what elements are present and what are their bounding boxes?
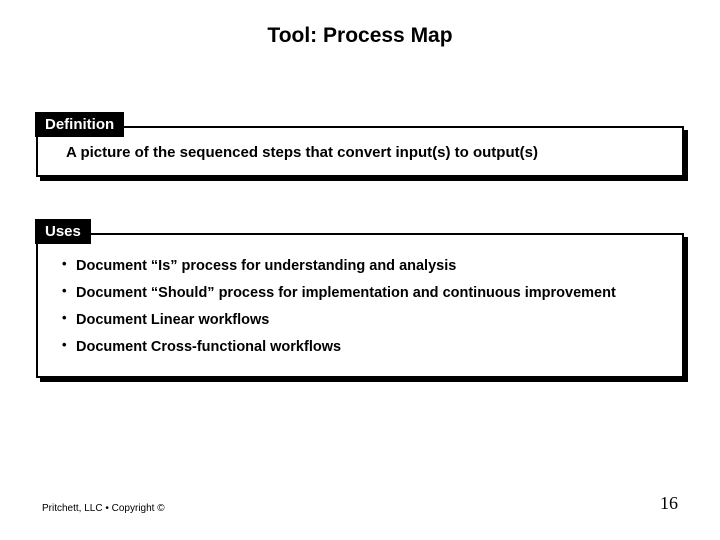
uses-section: Uses Document “Is” process for understan… <box>36 233 684 378</box>
definition-section: Definition A picture of the sequenced st… <box>36 126 684 177</box>
list-item: Document “Is” process for understanding … <box>62 253 658 280</box>
uses-tab: Uses <box>35 219 91 244</box>
definition-box: A picture of the sequenced steps that co… <box>36 126 684 177</box>
list-item: Document Cross-functional workflows <box>62 334 658 361</box>
list-item: Document “Should” process for implementa… <box>62 280 658 307</box>
list-item: Document Linear workflows <box>62 307 658 334</box>
copyright-text: Pritchett, LLC • Copyright © <box>42 503 165 514</box>
uses-list: Document “Is” process for understanding … <box>60 249 660 364</box>
slide-title: Tool: Process Map <box>0 0 720 48</box>
footer: Pritchett, LLC • Copyright © 16 <box>0 493 720 514</box>
uses-box: Document “Is” process for understanding … <box>36 233 684 378</box>
definition-tab: Definition <box>35 112 124 137</box>
definition-text: A picture of the sequenced steps that co… <box>66 144 670 161</box>
page-number: 16 <box>660 493 678 514</box>
